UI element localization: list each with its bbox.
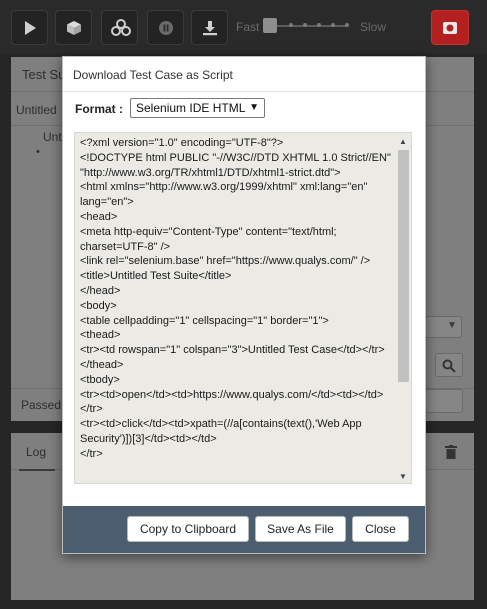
chevron-down-icon: ▼	[249, 102, 259, 113]
record-button[interactable]	[431, 10, 469, 45]
tree-item-case[interactable]: Unt	[43, 130, 62, 144]
play-icon	[25, 21, 36, 35]
chevron-down-icon: ▼	[447, 320, 457, 331]
download-icon	[203, 21, 217, 36]
speed-slider-tick	[345, 23, 349, 27]
scroll-up-arrow-icon[interactable]: ▲	[399, 137, 407, 146]
copy-to-clipboard-button[interactable]: Copy to Clipboard	[127, 516, 249, 542]
speed-fast-label: Fast	[236, 20, 260, 34]
format-label: Format :	[75, 102, 123, 116]
tab-log[interactable]: Log	[26, 445, 46, 459]
close-button[interactable]: Close	[352, 516, 409, 542]
speed-slider-tick	[331, 23, 335, 27]
download-script-dialog: Download Test Case as Script Format : Se…	[62, 56, 426, 554]
speed-slider-tick	[317, 23, 321, 27]
speed-slow-label: Slow	[360, 20, 387, 34]
dialog-footer: Copy to Clipboard Save As File Close	[63, 506, 425, 553]
script-code-textarea[interactable]: <?xml version="1.0" encoding="UTF-8"?> <…	[74, 132, 412, 484]
cubes-icon	[111, 19, 131, 36]
speed-slider-tick	[289, 23, 293, 27]
search-icon	[442, 359, 456, 373]
code-scrollbar[interactable]: ▲ ▼	[396, 133, 411, 483]
bullet-icon: •	[36, 146, 40, 158]
script-code-text: <?xml version="1.0" encoding="UTF-8"?> <…	[80, 137, 391, 460]
status-passed-label: Passed	[21, 398, 62, 412]
dialog-title: Download Test Case as Script	[73, 68, 233, 82]
record-icon	[443, 22, 457, 34]
trash-icon[interactable]	[445, 445, 457, 459]
scroll-down-arrow-icon[interactable]: ▼	[399, 472, 407, 481]
log-tab-underline	[19, 469, 55, 471]
download-button[interactable]	[191, 10, 228, 45]
input-box[interactable]	[425, 389, 463, 413]
pause-icon	[159, 21, 173, 35]
play-single-case-button[interactable]	[55, 10, 92, 45]
dialog-header: Download Test Case as Script	[63, 57, 425, 92]
format-select[interactable]: Selenium IDE HTML ▼	[130, 98, 265, 118]
format-select-value: Selenium IDE HTML	[136, 101, 246, 115]
cube-icon	[67, 21, 81, 35]
tree-item-suite[interactable]: Untitled	[16, 103, 57, 117]
panel-title: Test Su	[22, 67, 66, 82]
save-as-file-button[interactable]: Save As File	[255, 516, 346, 542]
speed-slider-thumb[interactable]	[263, 18, 277, 33]
search-button[interactable]	[435, 353, 463, 377]
toolbar: Fast Slow	[0, 0, 487, 54]
dropdown-box[interactable]: ▼	[422, 316, 462, 338]
play-suite-button[interactable]	[101, 10, 138, 45]
play-button[interactable]	[11, 10, 48, 45]
pause-button[interactable]	[147, 10, 184, 45]
scroll-thumb[interactable]	[398, 150, 409, 382]
speed-slider-tick	[303, 23, 307, 27]
